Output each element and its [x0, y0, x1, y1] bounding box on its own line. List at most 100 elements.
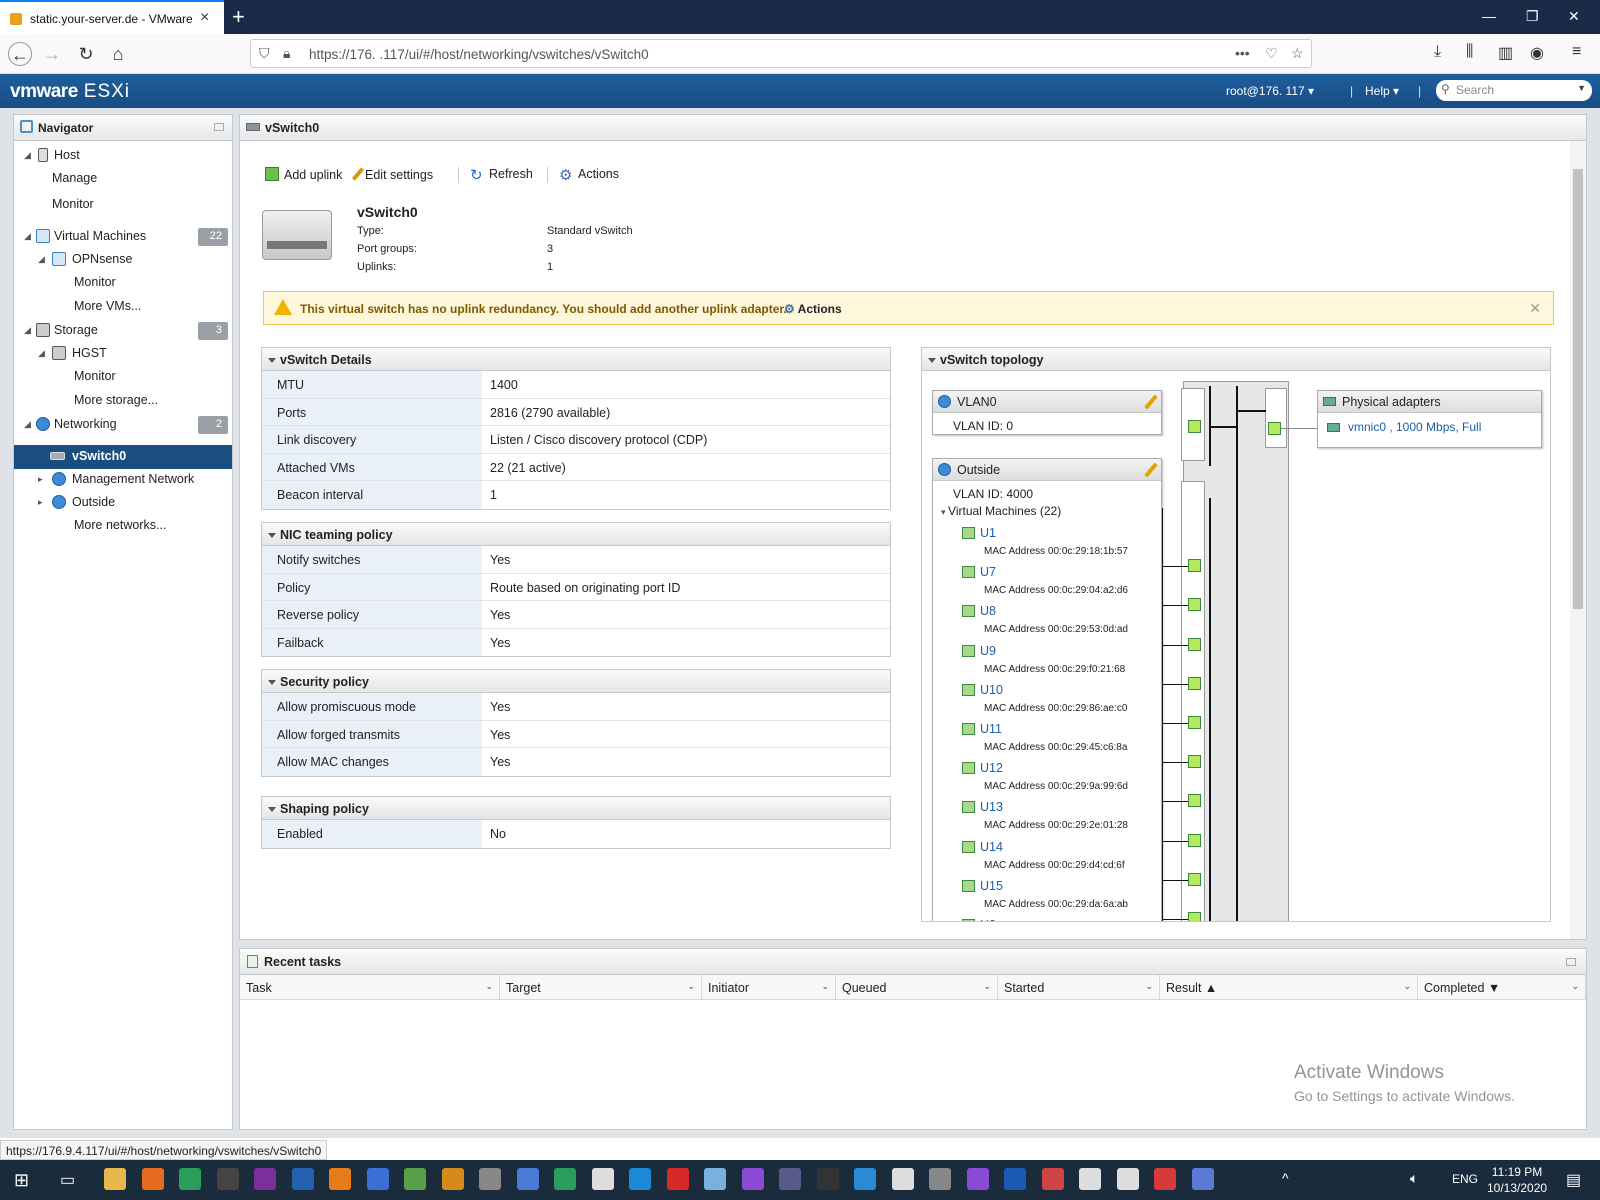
- column-target[interactable]: Target ⌄: [500, 975, 702, 1000]
- chevron-down-icon[interactable]: ⌄: [687, 981, 695, 992]
- refresh-button[interactable]: ↻ Refresh: [470, 167, 533, 183]
- menu-icon[interactable]: ≡: [1572, 43, 1581, 61]
- taskbar-app-icon[interactable]: [404, 1168, 426, 1190]
- taskbar-app-icon[interactable]: [141, 1168, 164, 1190]
- bookmark-star-icon[interactable]: ☆: [1291, 45, 1304, 62]
- expand-icon[interactable]: ◢: [24, 231, 31, 242]
- vm-port-icon[interactable]: [1188, 912, 1201, 921]
- task-view-icon[interactable]: ▭: [60, 1170, 75, 1190]
- add-uplink-button[interactable]: Add uplink: [265, 167, 342, 182]
- taskbar-app-icon[interactable]: [854, 1168, 876, 1190]
- back-icon[interactable]: ←: [8, 42, 32, 66]
- taskbar-app-icon[interactable]: [1116, 1168, 1139, 1190]
- taskbar-app-icon[interactable]: [441, 1168, 464, 1190]
- chevron-down-icon[interactable]: ▼: [1577, 83, 1586, 93]
- column-task[interactable]: Task ⌄: [240, 975, 500, 1000]
- taskbar-app-icon[interactable]: [891, 1168, 914, 1190]
- address-bar[interactable]: ⛉ 🔒︎ https://176. .117/ui/#/host/network…: [250, 39, 1312, 68]
- user-menu[interactable]: root@176. 117 ▾: [1226, 84, 1314, 98]
- warning-actions-button[interactable]: ⚙ Actions: [784, 302, 842, 316]
- chevron-down-icon[interactable]: ⌄: [1571, 981, 1579, 992]
- minimize-icon[interactable]: —: [1482, 8, 1496, 24]
- lock-warning-icon[interactable]: 🔒︎: [283, 45, 290, 62]
- vm-link[interactable]: U7: [962, 565, 996, 579]
- sidebar-icon[interactable]: ▥: [1498, 43, 1513, 63]
- column-started[interactable]: Started ⌄: [998, 975, 1160, 1000]
- close-window-icon[interactable]: ✕: [1568, 8, 1580, 25]
- close-tab-icon[interactable]: ×: [200, 9, 209, 27]
- pin-icon[interactable]: [214, 123, 224, 131]
- taskbar-app-icon[interactable]: [216, 1168, 239, 1190]
- volume-icon[interactable]: 🔈︎: [1410, 1170, 1418, 1187]
- taskbar-app-icon[interactable]: [554, 1168, 576, 1190]
- section-header[interactable]: vSwitch topology: [922, 348, 1550, 371]
- edit-settings-button[interactable]: Edit settings: [351, 167, 433, 182]
- chevron-down-icon[interactable]: ⌄: [1145, 981, 1153, 992]
- vm-link[interactable]: U1: [962, 526, 996, 540]
- expand-icon[interactable]: ◢: [38, 348, 45, 359]
- section-header[interactable]: Security policy: [262, 670, 890, 693]
- taskbar-app-icon[interactable]: [816, 1168, 839, 1190]
- vm-link[interactable]: U14: [962, 840, 1003, 854]
- vm-port-icon[interactable]: [1188, 872, 1201, 886]
- column-queued[interactable]: Queued ⌄: [836, 975, 998, 1000]
- taskbar-app-icon[interactable]: [741, 1168, 764, 1190]
- main-scrollbar[interactable]: [1570, 141, 1586, 939]
- column-result[interactable]: Result ▲ ⌄: [1160, 975, 1418, 1000]
- vm-port-icon[interactable]: [1188, 833, 1201, 847]
- library-icon[interactable]: ⫼: [1466, 43, 1473, 61]
- taskbar-app-icon[interactable]: [254, 1168, 276, 1190]
- new-tab-icon[interactable]: +: [232, 4, 245, 30]
- vm-link[interactable]: U15: [962, 879, 1003, 893]
- chevron-up-icon[interactable]: ^: [1282, 1170, 1289, 1186]
- vm-port-icon[interactable]: [1188, 794, 1201, 808]
- vmnic0-link[interactable]: vmnic0 , 1000 Mbps, Full: [1348, 420, 1481, 434]
- browser-tab[interactable]: static.your-server.de - VMware ×: [0, 0, 224, 34]
- expand-icon[interactable]: ◢: [24, 325, 31, 336]
- vm-link[interactable]: U12: [962, 761, 1003, 775]
- vm-link[interactable]: U10: [962, 683, 1003, 697]
- language-indicator[interactable]: ENG: [1452, 1172, 1478, 1186]
- chevron-down-icon[interactable]: ⌄: [821, 981, 829, 992]
- taskbar-app-icon[interactable]: [779, 1168, 801, 1190]
- home-icon[interactable]: ⌂: [106, 42, 130, 66]
- section-header[interactable]: vSwitch Details: [262, 348, 890, 371]
- taskbar-app-icon[interactable]: [629, 1168, 651, 1190]
- actions-button[interactable]: ⚙ Actions: [559, 167, 619, 183]
- taskbar-app-icon[interactable]: [516, 1168, 539, 1190]
- shield-icon[interactable]: ⛉: [259, 45, 270, 62]
- taskbar-app-icon[interactable]: [1079, 1168, 1101, 1190]
- taskbar-app-icon[interactable]: [1154, 1168, 1176, 1190]
- downloads-icon[interactable]: ⤓: [1434, 43, 1441, 61]
- taskbar-app-icon[interactable]: [104, 1168, 126, 1190]
- taskbar-app-icon[interactable]: [479, 1168, 501, 1190]
- chevron-down-icon[interactable]: ⌄: [983, 981, 991, 992]
- windows-start-icon[interactable]: ⊞: [14, 1170, 29, 1191]
- vm-link[interactable]: U13: [962, 800, 1003, 814]
- column-completed[interactable]: Completed ▼ ⌄: [1418, 975, 1586, 1000]
- uplink-port-icon[interactable]: [1268, 422, 1281, 435]
- taskbar-app-icon[interactable]: [591, 1168, 614, 1190]
- expand-icon[interactable]: ◢: [38, 254, 45, 265]
- taskbar-app-icon[interactable]: [929, 1168, 951, 1190]
- taskbar-app-icon[interactable]: [291, 1168, 314, 1190]
- edit-pencil-icon[interactable]: [1144, 394, 1158, 410]
- section-header[interactable]: Shaping policy: [262, 797, 890, 820]
- nav-virtual-machines[interactable]: ◢ Virtual Machines: [24, 226, 224, 248]
- vm-link[interactable]: U2: [962, 918, 996, 921]
- pin-icon[interactable]: [1566, 958, 1576, 966]
- taskbar-app-icon[interactable]: [1041, 1168, 1064, 1190]
- account-icon[interactable]: ◉: [1530, 43, 1544, 63]
- reload-icon[interactable]: ↻: [74, 42, 98, 66]
- close-icon[interactable]: ✕: [1529, 300, 1541, 317]
- expand-icon[interactable]: ◢: [24, 419, 31, 430]
- vm-port-icon[interactable]: [1188, 676, 1201, 690]
- taskbar-app-icon[interactable]: [179, 1168, 201, 1190]
- restore-icon[interactable]: ❐: [1526, 8, 1539, 25]
- collapse-icon[interactable]: ▸: [38, 474, 43, 485]
- vm-link[interactable]: U9: [962, 644, 996, 658]
- forward-icon[interactable]: →: [40, 42, 64, 66]
- vm-link[interactable]: U8: [962, 604, 996, 618]
- vm-port-icon[interactable]: [1188, 755, 1201, 769]
- vm-port-icon[interactable]: [1188, 559, 1201, 573]
